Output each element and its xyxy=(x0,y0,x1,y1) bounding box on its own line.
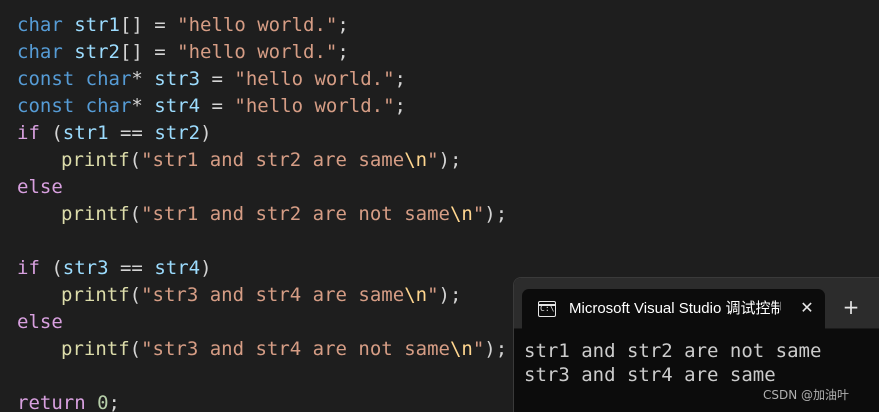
code-line-7: else xyxy=(17,174,879,201)
string-token: "str3 and str4 are not same xyxy=(141,338,450,360)
code-line-3: const char* str3 = "hello world."; xyxy=(17,66,879,93)
string-token: " xyxy=(472,203,485,225)
string-token: " xyxy=(472,338,485,360)
operator-token: ); xyxy=(484,338,508,360)
keyword-token: char xyxy=(17,41,63,63)
operator-token: ; xyxy=(337,41,349,63)
console-icon: C:\ xyxy=(538,301,556,317)
operator-token: ; xyxy=(394,95,406,117)
terminal-output[interactable]: str1 and str2 are not same str3 and str4… xyxy=(524,339,874,387)
operator-token: = xyxy=(200,68,235,90)
code-line-2: char str2[] = "hello world."; xyxy=(17,39,879,66)
control-keyword-token: else xyxy=(17,311,63,333)
output-line: str1 and str2 are not same xyxy=(524,340,822,362)
operator-token: ; xyxy=(337,14,349,36)
add-tab-icon[interactable]: + xyxy=(839,296,863,320)
variable-token: str4 xyxy=(154,95,201,117)
variable-token: str2 xyxy=(62,41,120,63)
operator-token: ( xyxy=(129,203,142,225)
variable-token: str2 xyxy=(154,122,201,144)
terminal-tab-title: Microsoft Visual Studio 调试控制台 xyxy=(569,300,781,317)
watermark: CSDN @加油叶 xyxy=(763,388,850,402)
terminal-tab-bar: C:\ Microsoft Visual Studio 调试控制台 ✕ + xyxy=(514,278,879,329)
operator-token: [] = xyxy=(119,14,178,36)
function-token: printf xyxy=(61,338,130,360)
operator-token: ( xyxy=(39,122,63,144)
code-line-6: printf("str1 and str2 are same\n"); xyxy=(17,147,879,174)
escape-token: \n xyxy=(449,338,473,360)
terminal-tab[interactable]: C:\ Microsoft Visual Studio 调试控制台 ✕ xyxy=(522,289,825,329)
escape-token: \n xyxy=(404,284,428,306)
escape-token: \n xyxy=(404,149,428,171)
operator-token: ( xyxy=(39,257,63,279)
keyword-token: char xyxy=(74,95,132,117)
operator-token: ( xyxy=(129,149,142,171)
control-keyword-token: return xyxy=(17,392,86,412)
operator-token: ( xyxy=(129,284,142,306)
output-line: str3 and str4 are same xyxy=(524,364,776,386)
code-line-1: char str1[] = "hello world."; xyxy=(17,12,879,39)
operator-token: ; xyxy=(394,68,406,90)
keyword-token: char xyxy=(74,68,132,90)
operator-token: * xyxy=(131,68,155,90)
code-line-9-blank xyxy=(17,228,879,255)
variable-token: str3 xyxy=(154,68,201,90)
operator-token: ) xyxy=(200,122,212,144)
function-token: printf xyxy=(61,284,130,306)
variable-token: str3 xyxy=(62,257,109,279)
operator-token: ); xyxy=(438,149,462,171)
operator-token: ) xyxy=(200,257,212,279)
control-keyword-token: else xyxy=(17,176,63,198)
control-keyword-token: if xyxy=(17,122,40,144)
close-icon[interactable]: ✕ xyxy=(796,297,818,319)
operator-token: * xyxy=(131,95,155,117)
operator-token: ); xyxy=(438,284,462,306)
code-line-8: printf("str1 and str2 are not same\n"); xyxy=(17,201,879,228)
operator-token: == xyxy=(108,257,155,279)
string-token: "hello world." xyxy=(234,68,395,90)
operator-token: = xyxy=(200,95,235,117)
function-token: printf xyxy=(61,203,130,225)
keyword-token: char xyxy=(17,14,63,36)
string-token: "str1 and str2 are same xyxy=(141,149,405,171)
string-token: " xyxy=(427,284,439,306)
string-token: "str3 and str4 are same xyxy=(141,284,405,306)
function-token: printf xyxy=(61,149,130,171)
code-line-5: if (str1 == str2) xyxy=(17,120,879,147)
keyword-token: const xyxy=(17,68,75,90)
string-token: "hello world." xyxy=(234,95,395,117)
operator-token: == xyxy=(108,122,155,144)
code-line-4: const char* str4 = "hello world."; xyxy=(17,93,879,120)
variable-token: str4 xyxy=(154,257,201,279)
escape-token: \n xyxy=(449,203,473,225)
variable-token: str1 xyxy=(62,122,109,144)
number-token: 0 xyxy=(97,392,109,412)
operator-token: ; xyxy=(108,392,120,412)
string-token: "hello world." xyxy=(177,41,338,63)
operator-token: ); xyxy=(484,203,508,225)
variable-token: str1 xyxy=(62,14,120,36)
operator-token: ( xyxy=(129,338,142,360)
string-token: " xyxy=(427,149,439,171)
keyword-token: const xyxy=(17,95,75,117)
operator-token xyxy=(86,392,97,412)
string-token: "str1 and str2 are not same xyxy=(141,203,450,225)
operator-token: [] = xyxy=(119,41,178,63)
control-keyword-token: if xyxy=(17,257,40,279)
string-token: "hello world." xyxy=(177,14,338,36)
